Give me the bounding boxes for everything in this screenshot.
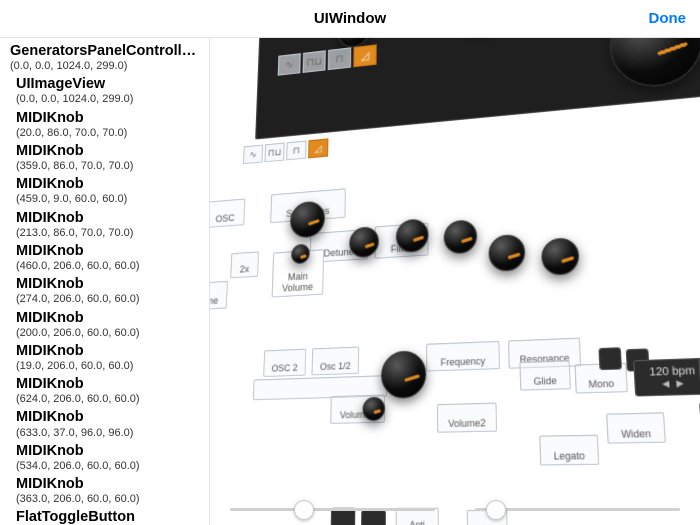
spacing-slider[interactable] [475, 508, 680, 511]
tri-wave-icon[interactable]: ∿ [243, 145, 263, 165]
tree-item-frame: (633.0, 37.0, 96.0, 96.0) [16, 427, 203, 440]
body: GeneratorsPanelController (UIVi… (0.0, 0… [0, 38, 700, 525]
zoom-slider[interactable] [230, 508, 435, 511]
tree-item[interactable]: MIDIKnob(624.0, 206.0, 60.0, 60.0) [16, 375, 203, 406]
tree-item-frame: (0.0, 0.0, 1024.0, 299.0) [16, 93, 203, 106]
hierarchy-sidebar[interactable]: GeneratorsPanelController (UIVi… (0.0, 0… [0, 38, 210, 525]
tree-item[interactable]: GeneratorsPanelController (UIVi… (0.0, 0… [10, 42, 203, 525]
tree-item[interactable]: MIDIKnob(20.0, 86.0, 70.0, 70.0) [16, 109, 203, 140]
osc-plate[interactable]: OSC [210, 198, 245, 228]
lbl-antialias: Anti Aliasing [401, 521, 435, 525]
tree-item-frame: (363.0, 206.0, 60.0, 60.0) [16, 493, 203, 506]
lbl-mainvol: Main Volume [277, 271, 319, 294]
lbl-volume: Volume [210, 295, 222, 308]
tree-item-frame: (359.0, 86.0, 70.0, 70.0) [16, 160, 203, 173]
square-wave-icon[interactable]: ⊓⊔ [303, 50, 326, 73]
toggle-button[interactable] [361, 510, 386, 525]
pulse-wave-icon[interactable]: ⊓ [286, 140, 306, 160]
toggle-button[interactable] [598, 347, 622, 370]
tree-item-frame: (19.0, 206.0, 60.0, 60.0) [16, 360, 203, 373]
lbl-vol2: Volume2 [442, 417, 491, 429]
tree-item[interactable]: MIDIKnob(460.0, 206.0, 60.0, 60.0) [16, 242, 203, 273]
wave-selector[interactable]: ∿ ⊓⊔ ⊓ ◿ [243, 138, 329, 164]
tree-item[interactable]: FlatToggleButton(95.0, 246.0, 34.0, 36.0… [16, 508, 203, 525]
widen-plate[interactable]: Widen [606, 412, 666, 443]
lbl-widen: Widen [613, 428, 660, 441]
tree-item-name: UIImageView [16, 75, 203, 93]
tree-item[interactable]: MIDIKnob(213.0, 86.0, 70.0, 70.0) [16, 209, 203, 240]
pulse-wave-icon[interactable]: ⊓ [328, 47, 351, 70]
lbl-frequency: Frequency [431, 355, 494, 368]
twox-plate[interactable]: 2x [230, 251, 259, 278]
square-wave-icon[interactable]: ⊓⊔ [264, 143, 284, 163]
tree-item-name: MIDIKnob [16, 442, 203, 460]
knob[interactable] [444, 219, 478, 254]
tree-item-name: MIDIKnob [16, 142, 203, 160]
saw-wave-icon[interactable]: ◿ [308, 138, 329, 158]
tree-item[interactable]: MIDIKnob(359.0, 86.0, 70.0, 70.0) [16, 142, 203, 173]
bpm-value: 120 bpm [649, 365, 695, 379]
layer-stack: ∿ ⊓⊔ ⊓ ◿ SE ∿ ⊓⊔ ⊓ ◿ [220, 38, 700, 484]
glide-plate[interactable]: Glide [519, 360, 571, 391]
lbl-2x: 2x [235, 263, 253, 275]
knob[interactable] [541, 237, 580, 276]
tree-item-frame: (274.0, 206.0, 60.0, 60.0) [16, 293, 203, 306]
lbl-mono: Mono [581, 378, 622, 391]
lbl-osc: OSC [210, 212, 240, 224]
tree-item-name: MIDIKnob [16, 175, 203, 193]
tree-item-frame: (200.0, 206.0, 60.0, 60.0) [16, 327, 203, 340]
tree-item-frame: (213.0, 86.0, 70.0, 70.0) [16, 227, 203, 240]
osc2-plate[interactable]: OSC 2 [263, 349, 306, 377]
tri-wave-icon[interactable]: ∿ [278, 53, 301, 76]
tree-item[interactable]: MIDIKnob(274.0, 206.0, 60.0, 60.0) [16, 275, 203, 306]
tree-item[interactable]: MIDIKnob(534.0, 206.0, 60.0, 60.0) [16, 442, 203, 473]
tree-item-frame: (20.0, 86.0, 70.0, 70.0) [16, 127, 203, 140]
bpm-arrows[interactable]: ◀▶ [662, 378, 684, 389]
tree-item-frame: (534.0, 206.0, 60.0, 60.0) [16, 460, 203, 473]
tree-item-frame: (0.0, 0.0, 1024.0, 299.0) [10, 60, 203, 73]
done-button[interactable]: Done [649, 0, 687, 37]
tree-item-name: MIDIKnob [16, 242, 203, 260]
window-title: UIWindow [314, 10, 386, 27]
vol2-plate[interactable]: Volume2 [437, 403, 497, 433]
tree-item[interactable]: MIDIKnob(200.0, 206.0, 60.0, 60.0) [16, 309, 203, 340]
tree-item[interactable]: MIDIKnob(459.0, 9.0, 60.0, 60.0) [16, 175, 203, 206]
tree-item-name: MIDIKnob [16, 408, 203, 426]
knob[interactable] [488, 234, 525, 272]
bpm-display[interactable]: 120 bpm ◀▶ [633, 358, 700, 397]
tree-item-frame: (460.0, 206.0, 60.0, 60.0) [16, 260, 203, 273]
lbl-osc2: OSC 2 [268, 362, 301, 374]
tree-item-name: MIDIKnob [16, 309, 203, 327]
inspector-sliders [210, 508, 700, 511]
tree-item[interactable]: UIImageView(0.0, 0.0, 1024.0, 299.0) [16, 75, 203, 106]
tree-item-name: MIDIKnob [16, 109, 203, 127]
tree-item[interactable]: MIDIKnob(363.0, 206.0, 60.0, 60.0) [16, 475, 203, 506]
tree-item-name: MIDIKnob [16, 209, 203, 227]
tree-item-name: MIDIKnob [16, 375, 203, 393]
legato-plate[interactable]: Legato [539, 435, 599, 466]
tree-item-name: GeneratorsPanelController (UIVi… [10, 42, 203, 60]
tree-item[interactable]: MIDIKnob(633.0, 37.0, 96.0, 96.0) [16, 408, 203, 439]
tree-item-frame: (624.0, 206.0, 60.0, 60.0) [16, 393, 203, 406]
lbl-legato: Legato [545, 450, 593, 462]
tree-item-name: MIDIKnob [16, 342, 203, 360]
frequency-plate[interactable]: Frequency [426, 341, 500, 372]
lbl-glide: Glide [525, 375, 565, 387]
debug-canvas[interactable]: ∿ ⊓⊔ ⊓ ◿ SE ∿ ⊓⊔ ⊓ ◿ [210, 38, 700, 525]
stage: ∿ ⊓⊔ ⊓ ◿ SE ∿ ⊓⊔ ⊓ ◿ [210, 38, 700, 475]
tree-item-frame: (459.0, 9.0, 60.0, 60.0) [16, 193, 203, 206]
lbl-osc12: Osc 1/2 [316, 360, 354, 372]
titlebar: UIWindow Done [0, 0, 700, 38]
volume-plate[interactable]: Volume [210, 281, 228, 311]
tree-item-name: MIDIKnob [16, 475, 203, 493]
osc12-plate[interactable]: Osc 1/2 [311, 347, 359, 376]
tree-item[interactable]: MIDIKnob(19.0, 206.0, 60.0, 60.0) [16, 342, 203, 373]
knob[interactable] [381, 350, 426, 399]
saw-wave-icon[interactable]: ◿ [353, 44, 377, 67]
tree-item-name: MIDIKnob [16, 275, 203, 293]
tree-item-name: FlatToggleButton [16, 508, 203, 525]
